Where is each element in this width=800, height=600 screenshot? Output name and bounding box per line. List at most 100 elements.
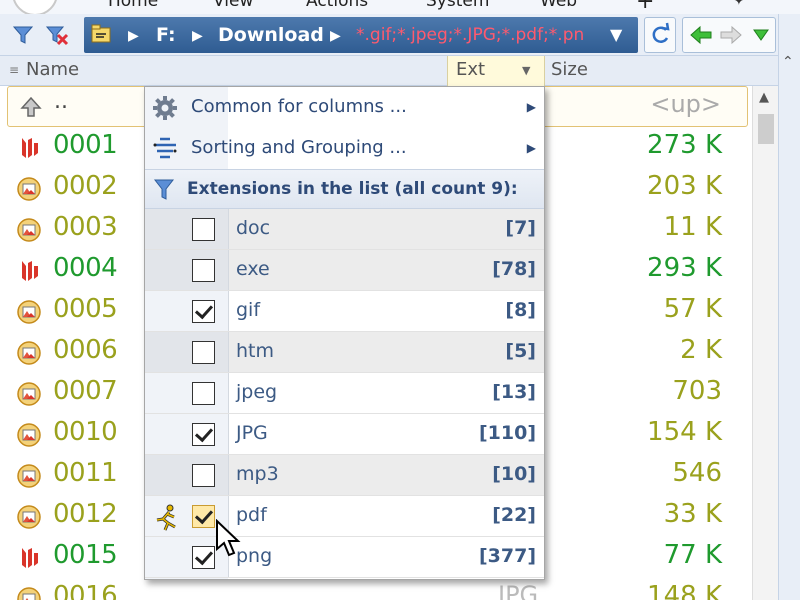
expand-panel-icon[interactable]: ⌃ xyxy=(782,54,794,70)
image-file-icon xyxy=(16,381,42,407)
running-man-icon xyxy=(151,503,181,537)
ext-count: [110] xyxy=(478,422,536,444)
path-arrow-icon[interactable]: ▶ xyxy=(330,28,341,44)
file-size: 148 K xyxy=(647,581,722,600)
ext-filter-item[interactable]: htm [5] xyxy=(145,332,544,373)
ext-filter-item[interactable]: doc [7] xyxy=(145,209,544,250)
vertical-scrollbar[interactable]: ▲ xyxy=(752,86,778,600)
column-name[interactable]: Name xyxy=(26,59,79,80)
file-row[interactable]: 0016 JPG 148 K xyxy=(0,578,752,600)
divider xyxy=(228,414,229,454)
menu-system[interactable]: System xyxy=(426,0,489,11)
ext-name: png xyxy=(236,545,273,567)
file-name: 0005 xyxy=(53,294,118,324)
ext-checkbox[interactable] xyxy=(192,505,215,528)
file-name: 0006 xyxy=(53,335,118,365)
ext-checkbox[interactable] xyxy=(192,341,215,364)
ext-filter-item[interactable]: png [377] xyxy=(145,537,544,578)
ext-checkbox[interactable] xyxy=(192,546,215,569)
ext-count: [377] xyxy=(478,545,536,567)
file-size: 77 K xyxy=(663,540,722,570)
gear-small-icon[interactable]: ✦ xyxy=(733,0,745,9)
file-name: 0010 xyxy=(53,417,118,447)
menu-web[interactable]: Web xyxy=(540,0,577,11)
forward-arrow-icon[interactable] xyxy=(719,24,743,50)
pdf-file-icon xyxy=(16,135,42,161)
refresh-button[interactable] xyxy=(644,17,676,53)
menu-bar: Home View Actions System Web + ✦ xyxy=(0,0,800,14)
file-name: 0003 xyxy=(53,212,118,242)
menu-item-common-for-columns[interactable]: Common for columns ... ▶ xyxy=(145,87,544,128)
image-file-icon xyxy=(16,176,42,202)
ext-name: mp3 xyxy=(236,463,279,485)
ext-filter-item[interactable]: pdf [22] xyxy=(145,496,544,537)
extensions-header-label: Extensions in the list (all count 9): xyxy=(187,179,518,199)
divider xyxy=(228,455,229,495)
ext-count: [78] xyxy=(492,258,536,280)
menu-home[interactable]: Home xyxy=(108,0,158,11)
path-dropdown-chevron-icon[interactable]: ▼ xyxy=(610,25,622,44)
chevron-down-icon[interactable]: ▼ xyxy=(522,64,530,77)
path-root-arrow-icon[interactable]: ▶ xyxy=(128,28,139,44)
file-name: 0011 xyxy=(53,458,118,488)
side-panel-strip: ⌃ xyxy=(778,14,800,600)
clear-filter-icon[interactable] xyxy=(44,22,70,48)
image-file-icon xyxy=(16,299,42,325)
menu-item-sorting-grouping[interactable]: Sorting and Grouping ... ▶ xyxy=(145,128,544,169)
file-size: 546 xyxy=(672,458,722,488)
ext-checkbox[interactable] xyxy=(192,423,215,446)
back-arrow-icon[interactable] xyxy=(689,24,713,50)
file-size: 57 K xyxy=(663,294,722,324)
column-size[interactable]: Size xyxy=(551,59,588,80)
image-file-icon xyxy=(16,586,42,600)
ext-filter-item[interactable]: exe [78] xyxy=(145,250,544,291)
ext-filter-item[interactable]: jpeg [13] xyxy=(145,373,544,414)
app-logo-icon xyxy=(12,0,58,14)
column-header: ≡ Name Ext ▼ Size xyxy=(0,56,780,86)
file-ext: JPG xyxy=(498,581,539,600)
parent-folder-name: .. xyxy=(54,89,68,114)
file-size: 203 K xyxy=(647,171,722,201)
history-dropdown-icon[interactable] xyxy=(751,27,771,47)
scroll-up-icon[interactable]: ▲ xyxy=(759,90,769,105)
ext-name: doc xyxy=(236,217,271,239)
menu-actions[interactable]: Actions xyxy=(306,0,368,11)
ext-filter-item[interactable]: gif [8] xyxy=(145,291,544,332)
ext-count: [7] xyxy=(505,217,536,239)
submenu-arrow-icon: ▶ xyxy=(526,141,536,155)
file-size: 154 K xyxy=(647,417,722,447)
ext-checkbox[interactable] xyxy=(192,464,215,487)
ext-row-gutter xyxy=(145,250,228,290)
scrollbar-thumb[interactable] xyxy=(758,114,774,144)
file-name: 0015 xyxy=(53,540,118,570)
menu-view[interactable]: View xyxy=(213,0,253,11)
column-ext[interactable]: Ext ▼ xyxy=(447,56,545,86)
ext-checkbox[interactable] xyxy=(192,259,215,282)
filter-icon[interactable] xyxy=(10,22,36,48)
file-size: 273 K xyxy=(647,130,722,160)
ext-checkbox[interactable] xyxy=(192,382,215,405)
menu-item-common-label: Common for columns ... xyxy=(191,96,407,117)
ext-checkbox[interactable] xyxy=(192,300,215,323)
path-filter-mask[interactable]: *.gif;*.jpeg;*.JPG;*.pdf;*.pn xyxy=(356,25,584,45)
path-bar[interactable]: ▶ F: ▶ Download ▶ *.gif;*.jpeg;*.JPG;*.p… xyxy=(84,17,638,53)
ext-count: [10] xyxy=(492,463,536,485)
column-options-icon[interactable]: ≡ xyxy=(9,63,19,77)
image-file-icon xyxy=(16,217,42,243)
pdf-file-icon xyxy=(16,545,42,571)
path-folder[interactable]: Download xyxy=(218,24,324,46)
file-name: 0007 xyxy=(53,376,118,406)
ext-name: exe xyxy=(236,258,270,280)
ext-name: JPG xyxy=(236,422,268,444)
divider xyxy=(228,291,229,331)
menu-plus[interactable]: + xyxy=(636,0,654,14)
ext-filter-item[interactable]: mp3 [10] xyxy=(145,455,544,496)
divider xyxy=(228,209,229,249)
folder-tree-icon[interactable] xyxy=(90,22,112,50)
ext-filter-item[interactable]: JPG [110] xyxy=(145,414,544,455)
ext-checkbox[interactable] xyxy=(192,218,215,241)
divider xyxy=(228,332,229,372)
menu-item-sorting-label: Sorting and Grouping ... xyxy=(191,137,407,158)
path-arrow-icon[interactable]: ▶ xyxy=(192,28,203,44)
path-drive[interactable]: F: xyxy=(156,24,176,46)
